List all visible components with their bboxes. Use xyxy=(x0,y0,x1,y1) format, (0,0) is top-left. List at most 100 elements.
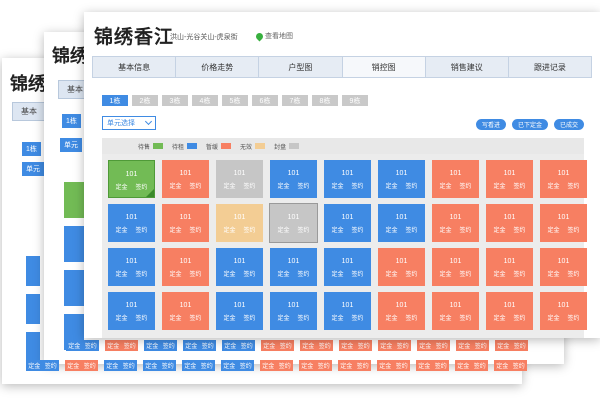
room-actions: 定金 签约 xyxy=(331,225,363,234)
room-number: 101 xyxy=(341,214,354,221)
room-contract-label: 签约 xyxy=(189,272,202,278)
room-cell[interactable]: 101 定金 签约 xyxy=(486,160,533,198)
tab-follow-up[interactable]: 跟进记录 xyxy=(508,57,592,77)
room-deposit-label: 定金 xyxy=(169,184,182,190)
room-cell[interactable]: 101 定金 签约 xyxy=(108,160,155,198)
room-cell[interactable]: 101 定金 签约 xyxy=(270,160,317,198)
building-tab[interactable]: 6栋 xyxy=(252,95,278,106)
map-pin-icon xyxy=(254,31,265,41)
room-cell[interactable]: 101 定金 签约 xyxy=(162,160,209,198)
tab-basic-info[interactable]: 基本信息 xyxy=(93,57,177,77)
room-cell[interactable]: 101 定金 签约 xyxy=(324,248,371,286)
background-room-strip-cell: 定金 签约 xyxy=(494,360,527,371)
room-cell[interactable]: 101 定金 签约 xyxy=(486,292,533,330)
room-cell[interactable]: 101 定金 签约 xyxy=(486,248,533,286)
room-deposit-label: 定金 xyxy=(277,272,290,278)
room-contract-label: 签约 xyxy=(243,228,256,234)
viewing-button[interactable]: 写看进 xyxy=(475,119,506,130)
room-cell[interactable]: 101 定金 签约 xyxy=(270,292,317,330)
room-cell[interactable]: 101 定金 签约 xyxy=(216,248,263,286)
room-cell[interactable]: 101 定金 签约 xyxy=(540,292,587,330)
tab-floor-plan[interactable]: 户型图 xyxy=(259,57,343,77)
background-room-strip-cell: 定金 签约 xyxy=(104,360,137,371)
room-cell[interactable]: 101 定金 签约 xyxy=(378,160,425,198)
room-cell[interactable]: 101 定金 签约 xyxy=(324,292,371,330)
tab-price-trend[interactable]: 价格走势 xyxy=(176,57,260,77)
building-tab[interactable]: 9栋 xyxy=(342,95,368,106)
building-tab[interactable]: 1栋 xyxy=(102,95,128,106)
room-cell[interactable]: 101 定金 签约 xyxy=(162,204,209,242)
room-actions: 定金 签约 xyxy=(385,181,417,190)
legend-swatch xyxy=(187,143,198,149)
room-cell[interactable]: 101 定金 签约 xyxy=(378,204,425,242)
background-room-strip-cell: 定金 签约 xyxy=(417,340,450,351)
room-contract-label: 签约 xyxy=(513,184,526,190)
building-tab[interactable]: 2栋 xyxy=(132,95,158,106)
background-card-title: 锦绣 xyxy=(10,74,46,94)
room-deposit-label: 定金 xyxy=(277,184,290,190)
room-cell[interactable]: 101 定金 签约 xyxy=(162,248,209,286)
room-cell[interactable]: 101 定金 签约 xyxy=(540,160,587,198)
room-cell[interactable]: 101 定金 签约 xyxy=(432,248,479,286)
background-card-title: 锦绣 xyxy=(52,46,88,66)
room-cell[interactable]: 101 定金 签约 xyxy=(108,248,155,286)
building-tab[interactable]: 8栋 xyxy=(312,95,338,106)
room-contract-label: 签约 xyxy=(459,272,472,278)
room-cell[interactable]: 101 定金 签约 xyxy=(269,203,318,243)
room-cell[interactable]: 101 定金 签约 xyxy=(216,160,263,198)
room-actions: 定金 签约 xyxy=(439,225,471,234)
room-number: 101 xyxy=(179,302,192,309)
room-number: 101 xyxy=(557,170,570,177)
background-room-strip-cell: 定金 签约 xyxy=(416,360,449,371)
room-cell[interactable]: 101 定金 签约 xyxy=(216,204,263,242)
status-legend: 待售 待租 暂缓 无效 封盘 xyxy=(102,138,584,154)
room-cell[interactable]: 101 定金 签约 xyxy=(378,292,425,330)
background-room-strip-cell: 定金 签约 xyxy=(456,340,489,351)
room-actions: 定金 签约 xyxy=(169,269,201,278)
map-link[interactable]: 查看地图 xyxy=(254,31,293,41)
room-number: 101 xyxy=(341,258,354,265)
room-contract-label: 签约 xyxy=(243,184,256,190)
room-cell[interactable]: 101 定金 签约 xyxy=(486,204,533,242)
background-room-strip-cell: 定金 签约 xyxy=(26,360,59,371)
room-contract-label: 签约 xyxy=(243,316,256,322)
room-cell[interactable]: 101 定金 签约 xyxy=(432,292,479,330)
background-building-chip: 1栋 xyxy=(22,142,41,156)
building-tab[interactable]: 5栋 xyxy=(222,95,248,106)
room-cell[interactable]: 101 定金 签约 xyxy=(162,292,209,330)
room-cell[interactable]: 101 定金 签约 xyxy=(108,204,155,242)
room-cell[interactable]: 101 定金 签约 xyxy=(270,248,317,286)
room-number: 101 xyxy=(179,214,192,221)
room-cell[interactable]: 101 定金 签约 xyxy=(216,292,263,330)
deal-button[interactable]: 已成交 xyxy=(553,119,584,130)
unit-select-dropdown[interactable]: 单元选择 xyxy=(102,116,156,130)
room-deposit-label: 定金 xyxy=(223,228,236,234)
room-actions: 定金 签约 xyxy=(223,225,255,234)
room-contract-label: 签约 xyxy=(189,228,202,234)
room-cell[interactable]: 101 定金 签约 xyxy=(432,160,479,198)
room-cell[interactable]: 101 定金 签约 xyxy=(432,204,479,242)
room-actions: 定金 签约 xyxy=(547,181,579,190)
room-cell[interactable]: 101 定金 签约 xyxy=(540,204,587,242)
chevron-down-icon xyxy=(144,117,153,126)
room-number: 101 xyxy=(557,258,570,265)
building-tab[interactable]: 4栋 xyxy=(192,95,218,106)
room-cell[interactable]: 101 定金 签约 xyxy=(324,204,371,242)
project-address: 洪山-光谷关山-虎泉街 xyxy=(170,34,238,41)
tab-sales-control[interactable]: 销控图 xyxy=(342,57,426,77)
room-actions: 定金 签约 xyxy=(439,313,471,322)
building-tab[interactable]: 7栋 xyxy=(282,95,308,106)
room-cell[interactable]: 101 定金 签约 xyxy=(324,160,371,198)
room-cell[interactable]: 101 定金 签约 xyxy=(540,248,587,286)
room-cell[interactable]: 101 定金 签约 xyxy=(108,292,155,330)
room-number: 101 xyxy=(395,170,408,177)
deposit-button[interactable]: 已下定金 xyxy=(511,119,548,130)
room-deposit-label: 定金 xyxy=(439,316,452,322)
background-room xyxy=(64,226,84,262)
room-cell[interactable]: 101 定金 签约 xyxy=(378,248,425,286)
room-number: 101 xyxy=(233,258,246,265)
building-tab[interactable]: 3栋 xyxy=(162,95,188,106)
room-actions: 定金 签约 xyxy=(277,313,309,322)
room-number: 101 xyxy=(287,258,300,265)
tab-sales-advice[interactable]: 销售建议 xyxy=(425,57,509,77)
